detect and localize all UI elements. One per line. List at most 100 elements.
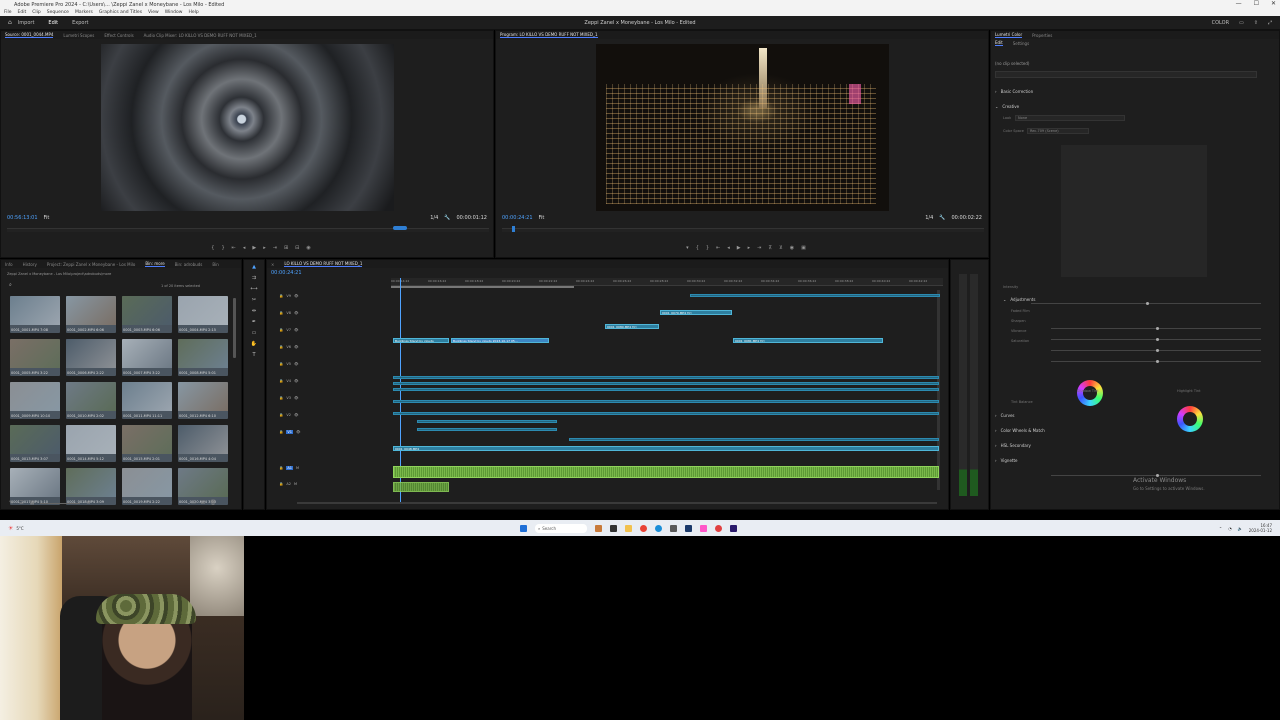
go-to-out-icon[interactable]: ⇥	[273, 245, 277, 251]
vibrance-slider[interactable]	[1051, 349, 1261, 352]
type-tool-icon[interactable]: T	[252, 352, 255, 358]
tab-lumetri-color[interactable]: Lumetri Color	[995, 32, 1023, 38]
bin-search-icon[interactable]: ⌕	[9, 282, 12, 288]
tab-bin-more[interactable]: Bin: more	[145, 261, 165, 267]
tab-project[interactable]: Project: Zeppi Zanel x Moneybane - Los M…	[47, 262, 136, 267]
ripple-edit-tool-icon[interactable]: ⟷	[250, 286, 257, 292]
quick-export-icon[interactable]: ⇪	[1254, 20, 1258, 26]
intensity-slider[interactable]	[1031, 302, 1261, 305]
minimize-button[interactable]: —	[1236, 0, 1242, 7]
workspaces-icon[interactable]: ▭	[1239, 20, 1244, 26]
tab-lumetri-settings[interactable]: Settings	[1013, 41, 1029, 46]
mark-in-icon[interactable]: {	[211, 245, 214, 251]
timeline-clip[interactable]: 0001_0081.MP4 [V]	[733, 338, 883, 343]
media-thumbnail[interactable]: 0001_0003.MP4 6:06	[122, 296, 172, 333]
media-thumbnail[interactable]: 0001_0016.MP4 4:04	[178, 425, 228, 462]
close-button[interactable]: ✕	[1271, 0, 1276, 7]
list-view-icon[interactable]: ☰	[19, 500, 23, 506]
section-color-wheels[interactable]: › Color Wheels & Match	[995, 426, 1275, 434]
menu-sequence[interactable]: Sequence	[47, 10, 69, 15]
timeline-clip[interactable]: Buildings Stand by clouds 2023-10-17 05.…	[451, 338, 549, 343]
pencil-icon[interactable]: ✎	[9, 500, 13, 506]
export-frame-icon[interactable]: ◉	[790, 245, 794, 251]
media-thumbnail[interactable]: 0001_0006.MP4 2:22	[66, 339, 116, 376]
icon-view-icon[interactable]: ▦	[30, 500, 35, 506]
faded-film-slider[interactable]	[1051, 327, 1261, 330]
overwrite-icon[interactable]: ⊟	[295, 245, 299, 251]
section-hsl-secondary[interactable]: › HSL Secondary	[995, 441, 1275, 449]
timeline-clip[interactable]: 0001_0046.MP4	[417, 428, 557, 431]
tab-bin-adrobuds[interactable]: Bin: adrobuds	[175, 262, 203, 267]
media-thumbnail[interactable]: 0001_0005.MP4 3:22	[10, 339, 60, 376]
workspace-color-label[interactable]: COLOR	[1212, 20, 1229, 26]
project-scrollbar[interactable]	[233, 298, 236, 358]
lumetri-clip-select[interactable]	[995, 71, 1257, 78]
menu-edit[interactable]: Edit	[18, 10, 27, 15]
menu-help[interactable]: Help	[188, 10, 198, 15]
program-quality-select[interactable]: 1/4	[925, 215, 933, 221]
look-select[interactable]: None	[1015, 115, 1125, 121]
program-timecode[interactable]: 00:00:24:21	[502, 215, 533, 221]
lift-icon[interactable]: ⊼	[768, 245, 772, 251]
section-vignette[interactable]: › Vignette	[995, 456, 1275, 464]
program-fit-select[interactable]: Fit	[539, 215, 545, 221]
volume-icon[interactable]: 🔈	[1238, 526, 1243, 531]
media-thumbnail[interactable]: 0001_0009.MP4 10:10	[10, 382, 60, 419]
media-thumbnail[interactable]: 0001_0011.MP4 11:11	[122, 382, 172, 419]
source-quality-select[interactable]: 1/4	[430, 215, 438, 221]
tab-program[interactable]: Program: LO KILLO VS DEMO RUFF NOT MIXED…	[500, 32, 598, 38]
timeline-clip[interactable]: 0001_0047.MP4	[569, 438, 939, 441]
media-thumbnail[interactable]: 0001_0002.MP4 6:06	[66, 296, 116, 333]
shadow-tint-wheel[interactable]	[1077, 380, 1103, 406]
saturation-slider[interactable]	[1051, 360, 1261, 363]
timeline-clip[interactable]: 0001_0045.MP4	[417, 420, 557, 423]
network-icon[interactable]: ◔	[1228, 526, 1232, 531]
timeline-clip[interactable]: 0001_0034.MP4	[393, 376, 939, 379]
section-creative[interactable]: ⌄ Creative	[995, 102, 1275, 110]
timeline-clip[interactable]: 0001_0036.MP4	[393, 388, 939, 391]
weather-icon[interactable]: ☀	[8, 525, 13, 532]
razor-tool-icon[interactable]: ✂	[252, 297, 256, 303]
timeline-clip[interactable]: 0001_0048.MP4	[393, 446, 939, 451]
home-icon[interactable]: ⌂	[8, 19, 12, 26]
go-to-out-icon[interactable]: ⇥	[757, 245, 761, 251]
step-back-icon[interactable]: ◂	[243, 245, 246, 251]
menu-file[interactable]: File	[4, 10, 12, 15]
explorer-icon[interactable]	[610, 524, 617, 532]
media-thumbnail[interactable]: 0001_0010.MP4 2:02	[66, 382, 116, 419]
media-thumbnail[interactable]: 0001_0008.MP4 5:01	[178, 339, 228, 376]
menu-markers[interactable]: Markers	[75, 10, 93, 15]
source-video-frame[interactable]	[101, 44, 394, 211]
hand-tool-icon[interactable]: ✋	[251, 341, 257, 347]
timeline-clip[interactable]: Buildings Stand by clouds	[393, 338, 449, 343]
timeline-clip[interactable]: 0001_0078.MP4 [V]	[690, 294, 940, 297]
settings-icon[interactable]: 🔧	[939, 215, 945, 221]
program-video-frame[interactable]	[596, 44, 889, 211]
tab-lumetri-scopes[interactable]: Lumetri Scopes	[63, 33, 94, 38]
start-icon[interactable]	[520, 524, 527, 532]
timeline-clip[interactable]: 0001_0079.MP4 [V]	[660, 310, 732, 315]
timeline-clip[interactable]: 0001_0080.MP4 [V]	[605, 324, 659, 329]
workspace-import[interactable]: Import	[18, 20, 35, 26]
audio-clip-a2[interactable]	[393, 482, 449, 492]
audio-clip-a1[interactable]	[393, 466, 939, 478]
media-thumbnail[interactable]: 0001_0001.MP4 7:08	[10, 296, 60, 333]
taskview-icon[interactable]	[595, 524, 602, 532]
trash-icon[interactable]: 🗑	[210, 500, 216, 506]
epic-icon[interactable]	[715, 524, 722, 532]
mark-out-icon[interactable]: }	[706, 245, 709, 251]
app-icon[interactable]	[670, 524, 677, 532]
program-time-ruler[interactable]	[502, 228, 984, 232]
tab-bin[interactable]: Bin	[212, 262, 218, 267]
fullscreen-icon[interactable]: ⤢	[1268, 20, 1272, 26]
source-time-ruler[interactable]	[7, 228, 489, 232]
step-forward-icon[interactable]: ▸	[748, 245, 751, 251]
menu-view[interactable]: View	[148, 10, 159, 15]
section-curves[interactable]: › Curves	[995, 411, 1275, 419]
pen-tool-icon[interactable]: ✒	[252, 319, 256, 325]
tab-info[interactable]: Info	[5, 262, 13, 267]
menu-graphics[interactable]: Graphics and Titles	[99, 10, 142, 15]
rectangle-tool-icon[interactable]: ▭	[252, 330, 257, 336]
step-forward-icon[interactable]: ▸	[263, 245, 266, 251]
timeline-clip[interactable]: 0001_0035.MP4	[393, 382, 939, 385]
